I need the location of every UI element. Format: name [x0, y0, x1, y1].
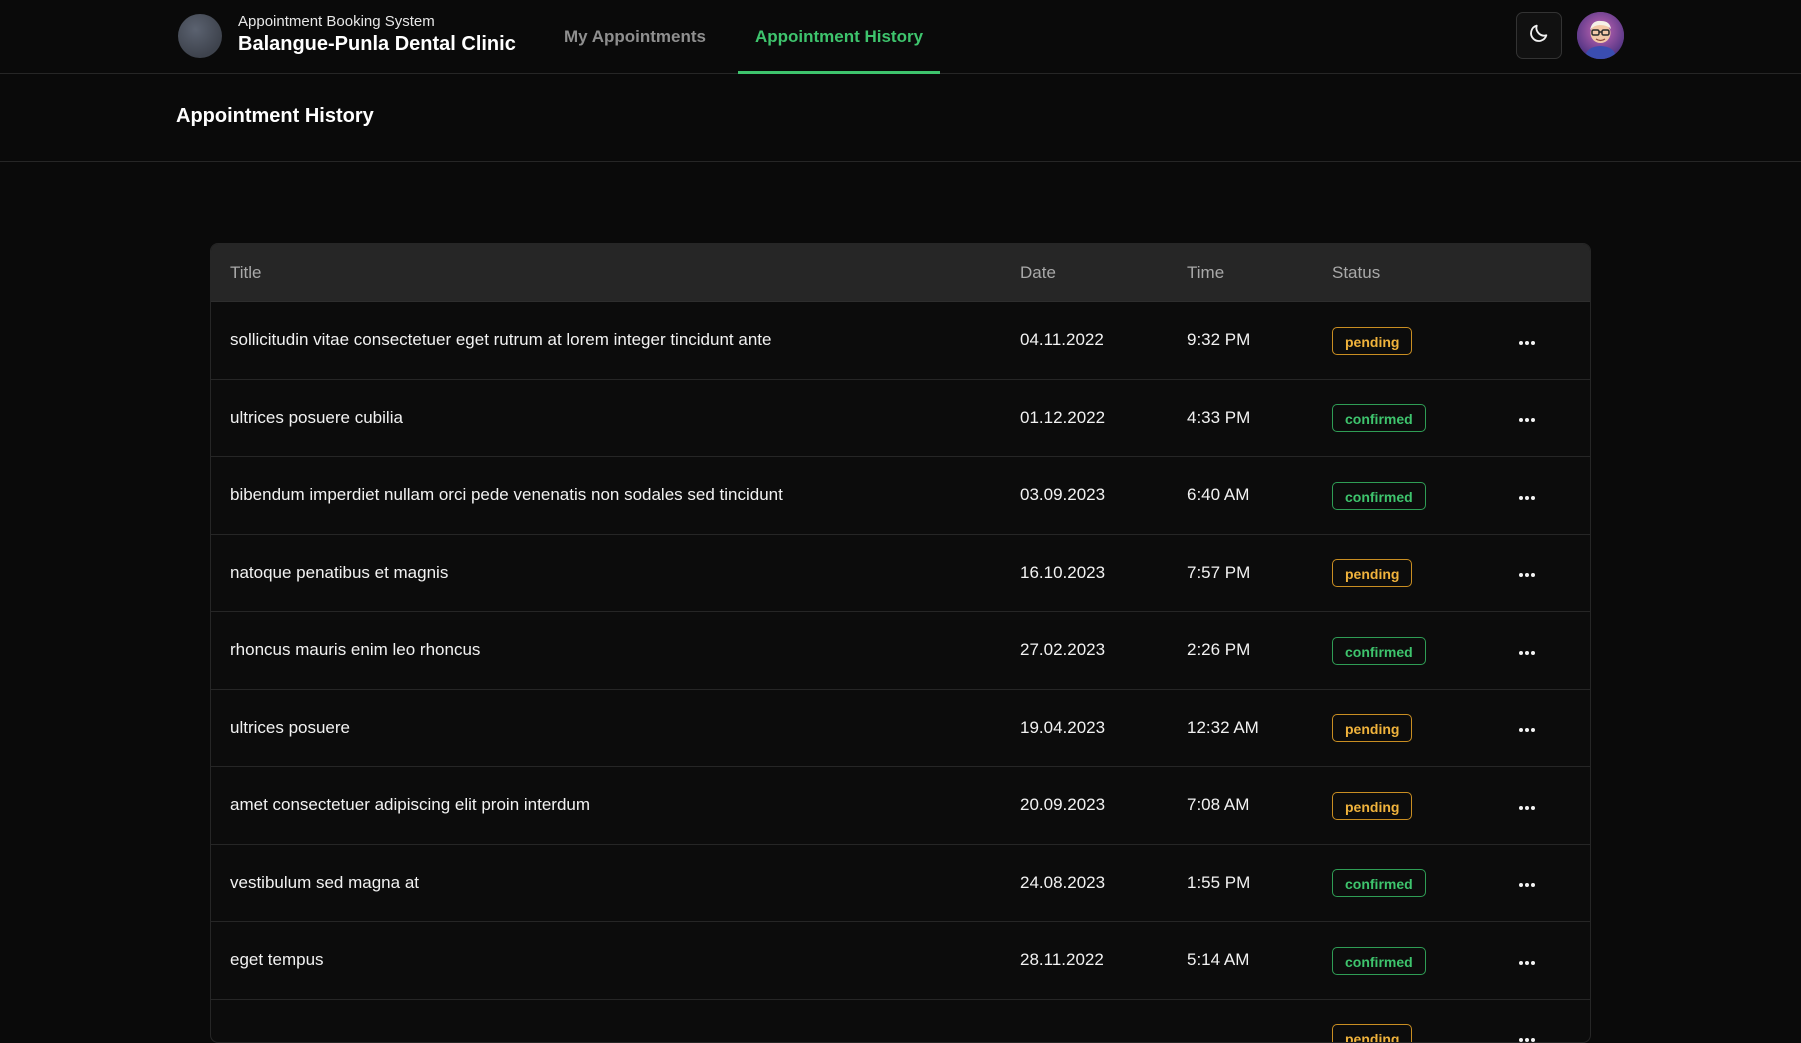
appointment-date: 16.10.2023 — [1020, 535, 1105, 611]
appointment-time: 5:14 AM — [1187, 922, 1249, 998]
row-actions-button[interactable] — [1512, 868, 1542, 898]
row-actions-button[interactable] — [1512, 558, 1542, 588]
table-row[interactable]: natoque penatibus et magnis 16.10.2023 7:5… — [211, 535, 1590, 613]
appointment-date: 19.04.2023 — [1020, 690, 1105, 766]
status-badge: confirmed — [1332, 637, 1426, 665]
more-horizontal-icon — [1518, 561, 1536, 584]
table-row[interactable]: bibendum imperdiet nullam orci pede vene… — [211, 457, 1590, 535]
row-actions-button[interactable] — [1512, 403, 1542, 433]
column-header-status: Status — [1332, 244, 1380, 302]
table-row[interactable]: vestibulum sed magna at 24.08.2023 1:55 PM… — [211, 845, 1590, 923]
status-cell: pending — [1332, 690, 1412, 766]
table-row[interactable]: sollicitudin vitae consectetuer eget rut… — [211, 302, 1590, 380]
more-horizontal-icon — [1518, 329, 1536, 352]
moon-icon — [1528, 22, 1550, 49]
status-badge: pending — [1332, 714, 1412, 742]
appointment-time: 12:32 AM — [1187, 690, 1259, 766]
table-header: Title Date Time Status — [211, 244, 1590, 302]
appointment-date: 27.02.2023 — [1020, 612, 1105, 688]
appointment-title: bibendum imperdiet nullam orci pede vene… — [230, 457, 783, 533]
more-horizontal-icon — [1518, 484, 1536, 507]
tab-appointment-history[interactable]: Appointment History — [738, 0, 940, 74]
appointment-title: natoque penatibus et magnis — [230, 535, 448, 611]
appointment-date: 24.08.2023 — [1020, 845, 1105, 921]
appointment-title: amet consectetuer adipiscing elit proin … — [230, 767, 590, 843]
table-row[interactable]: ultrices posuere 19.04.2023 12:32 AM pendin… — [211, 690, 1590, 768]
more-horizontal-icon — [1518, 406, 1536, 429]
appointment-title: ultrices posuere cubilia — [230, 380, 403, 456]
appointment-date: 28.11.2022 — [1020, 922, 1104, 998]
status-badge: pending — [1332, 559, 1412, 587]
appointment-title: eget tempus — [230, 922, 324, 998]
appointment-date: 20.09.2023 — [1020, 767, 1105, 843]
table-row[interactable]: pending — [211, 1000, 1590, 1043]
table-row[interactable]: rhoncus mauris enim leo rhoncus 27.02.202… — [211, 612, 1590, 690]
status-badge: pending — [1332, 327, 1412, 355]
more-horizontal-icon — [1518, 871, 1536, 894]
tab-my-appointments[interactable]: My Appointments — [560, 0, 710, 74]
status-cell: pending — [1332, 535, 1412, 611]
status-badge: pending — [1332, 792, 1412, 820]
column-header-title: Title — [230, 244, 262, 302]
page-title: Appointment History — [176, 105, 374, 128]
status-badge: confirmed — [1332, 947, 1426, 975]
clinic-logo — [178, 14, 222, 58]
row-actions-button[interactable] — [1512, 480, 1542, 510]
status-cell: confirmed — [1332, 922, 1426, 998]
appointment-time: 1:55 PM — [1187, 845, 1250, 921]
appointment-title: rhoncus mauris enim leo rhoncus — [230, 612, 480, 688]
theme-toggle-button[interactable] — [1516, 12, 1562, 59]
user-avatar[interactable] — [1577, 12, 1624, 59]
table-body: sollicitudin vitae consectetuer eget rut… — [211, 302, 1590, 1043]
row-actions-button[interactable] — [1512, 325, 1542, 355]
status-badge: confirmed — [1332, 482, 1426, 510]
more-horizontal-icon — [1518, 716, 1536, 739]
row-actions-button[interactable] — [1512, 713, 1542, 743]
app-subtitle: Appointment Booking System — [238, 13, 435, 30]
top-navbar: Appointment Booking System Balangue-Punl… — [0, 0, 1801, 74]
table-row[interactable]: amet consectetuer adipiscing elit proin … — [211, 767, 1590, 845]
status-cell: pending — [1332, 767, 1412, 843]
status-cell: pending — [1332, 1000, 1412, 1043]
status-cell: confirmed — [1332, 457, 1426, 533]
appointment-date: 03.09.2023 — [1020, 457, 1105, 533]
appointment-time: 7:57 PM — [1187, 535, 1250, 611]
more-horizontal-icon — [1518, 639, 1536, 662]
status-cell: pending — [1332, 302, 1412, 378]
row-actions-button[interactable] — [1512, 1023, 1542, 1043]
appointment-time: 6:40 AM — [1187, 457, 1249, 533]
status-badge: pending — [1332, 1024, 1412, 1043]
more-horizontal-icon — [1518, 794, 1536, 817]
row-actions-button[interactable] — [1512, 635, 1542, 665]
appointment-date: 04.11.2022 — [1020, 302, 1104, 378]
more-horizontal-icon — [1518, 1026, 1536, 1043]
column-header-time: Time — [1187, 244, 1224, 302]
table-row[interactable]: ultrices posuere cubilia 01.12.2022 4:33 P… — [211, 380, 1590, 458]
appointment-date: 01.12.2022 — [1020, 380, 1105, 456]
row-actions-button[interactable] — [1512, 790, 1542, 820]
appointment-time: 4:33 PM — [1187, 380, 1250, 456]
appointment-time: 9:32 PM — [1187, 302, 1250, 378]
status-badge: confirmed — [1332, 404, 1426, 432]
status-cell: confirmed — [1332, 845, 1426, 921]
appointment-time: 2:26 PM — [1187, 612, 1250, 688]
table-row[interactable]: eget tempus 28.11.2022 5:14 AM confirmed — [211, 922, 1590, 1000]
appointment-title: sollicitudin vitae consectetuer eget rut… — [230, 302, 771, 378]
status-cell: confirmed — [1332, 380, 1426, 456]
row-actions-button[interactable] — [1512, 945, 1542, 975]
appointments-table: Title Date Time Status sollicitudin vita… — [210, 243, 1591, 1043]
column-header-date: Date — [1020, 244, 1056, 302]
status-cell: confirmed — [1332, 612, 1426, 688]
appointment-title: ultrices posuere — [230, 690, 350, 766]
appointment-title: vestibulum sed magna at — [230, 845, 419, 921]
more-horizontal-icon — [1518, 949, 1536, 972]
appointment-time: 7:08 AM — [1187, 767, 1249, 843]
status-badge: confirmed — [1332, 869, 1426, 897]
clinic-name: Balangue-Punla Dental Clinic — [238, 33, 516, 56]
page-header: Appointment History — [0, 74, 1801, 162]
